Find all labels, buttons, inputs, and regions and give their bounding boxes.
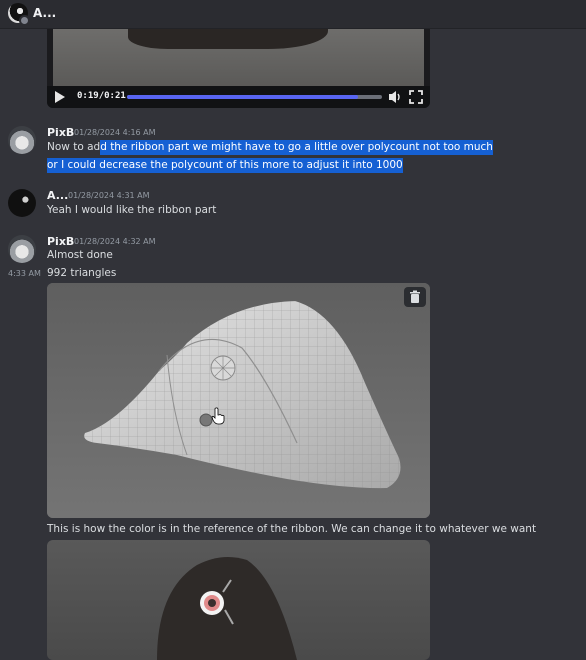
image-attachment[interactable] [47, 283, 430, 518]
video-frame [53, 29, 424, 86]
current-time: 0:19 [77, 91, 99, 101]
avatar[interactable] [8, 126, 36, 154]
channel-title[interactable]: A... [33, 6, 56, 20]
hat-model-preview [128, 29, 328, 49]
message-timestamp: 01/28/2024 4:16 AM [74, 128, 156, 137]
trash-icon [410, 290, 420, 303]
delete-button[interactable] [404, 287, 426, 307]
video-progress-bar[interactable] [127, 95, 382, 99]
message-author[interactable]: A... [47, 189, 68, 202]
play-icon[interactable] [55, 91, 65, 103]
message-author[interactable]: PixB [47, 126, 74, 139]
status-indicator [19, 15, 30, 26]
message-text: Yeah I would like the ribbon part [47, 204, 217, 216]
video-controls: 0:19/0:21 [47, 86, 430, 108]
text-selected: d the ribbon part we might have to go a … [100, 140, 493, 155]
hand-cursor-icon [211, 407, 225, 425]
fullscreen-icon[interactable] [409, 90, 423, 104]
text-selected: or I could decrease the polycount of thi… [47, 158, 403, 173]
message-author[interactable]: PixB [47, 235, 74, 248]
duration: 0:21 [104, 91, 126, 101]
message-timestamp: 01/28/2024 4:31 AM [68, 191, 150, 200]
video-progress-fill [127, 95, 358, 99]
image-attachment[interactable] [47, 540, 430, 660]
message-text: This is how the color is in the referenc… [47, 523, 537, 535]
message-text: 992 triangles [47, 267, 117, 279]
message-text: Almost done [47, 249, 113, 261]
message-side-timestamp: 4:33 AM [8, 269, 41, 278]
video-time: 0:19/0:21 [77, 91, 126, 101]
message-text: or I could decrease the polycount of thi… [47, 158, 403, 173]
message-timestamp: 01/28/2024 4:32 AM [74, 237, 156, 246]
video-player[interactable]: 0:19/0:21 [47, 29, 430, 108]
text-plain: Now to ad [47, 141, 101, 153]
hat-reference-render [157, 556, 297, 660]
avatar[interactable] [8, 235, 36, 263]
hat-mesh-render [47, 283, 430, 518]
channel-header: A... [0, 0, 586, 29]
avatar[interactable] [8, 189, 36, 217]
message-text: Now to add the ribbon part we might have… [47, 140, 493, 155]
volume-icon[interactable] [389, 90, 401, 104]
